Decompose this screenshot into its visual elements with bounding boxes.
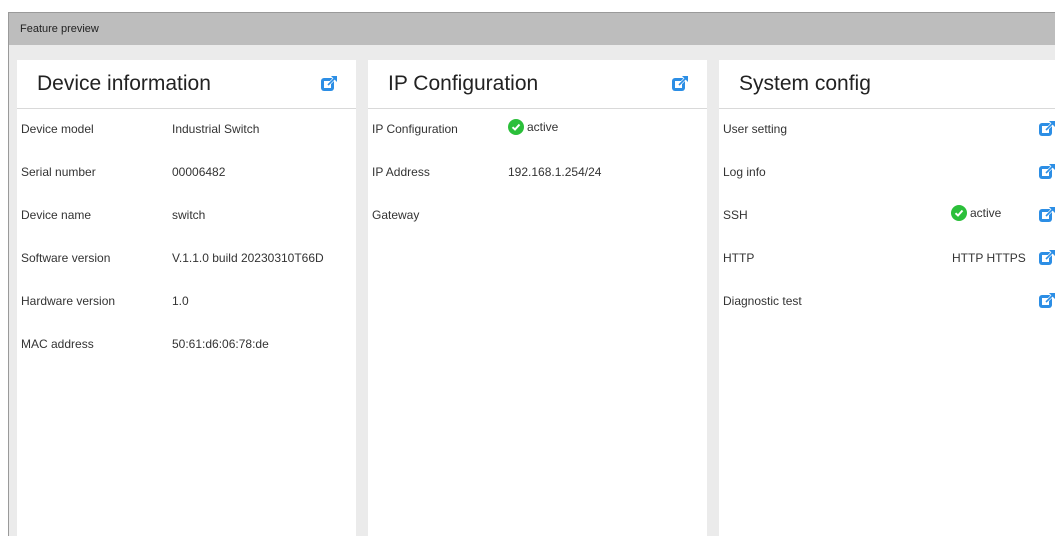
row-value: 50:61:d6:06:78:de bbox=[172, 337, 269, 351]
row-label: Device model bbox=[21, 122, 94, 136]
system-config-panel: System config User setting Log info SSH bbox=[719, 60, 1055, 537]
row-label: Gateway bbox=[372, 208, 420, 222]
log-info-row: Log info bbox=[719, 152, 1055, 195]
panel-header: System config bbox=[719, 60, 1055, 109]
check-circle-icon bbox=[508, 119, 524, 135]
row-value: V.1.1.0 build 20230310T66D bbox=[172, 251, 324, 265]
row-label: User setting bbox=[723, 122, 788, 136]
ip-configuration-panel: IP Configuration IP Configuration active… bbox=[368, 60, 707, 537]
edit-icon[interactable] bbox=[1038, 206, 1055, 224]
status-badge: active bbox=[951, 205, 1001, 221]
status-badge: active bbox=[508, 119, 558, 135]
row-label: Log info bbox=[723, 165, 766, 179]
row-label: Diagnostic test bbox=[723, 294, 802, 308]
edit-icon[interactable] bbox=[320, 75, 338, 93]
device-information-panel: Device information Device model Industri… bbox=[17, 60, 356, 537]
row-value: HTTP HTTPS bbox=[952, 251, 1026, 265]
http-row: HTTP HTTP HTTPS bbox=[719, 238, 1055, 281]
row-label: MAC address bbox=[21, 337, 94, 351]
row-label: Hardware version bbox=[21, 294, 116, 308]
window-titlebar: Feature preview bbox=[9, 13, 1055, 45]
row-label: IP Configuration bbox=[372, 122, 458, 136]
edit-icon[interactable] bbox=[671, 75, 689, 93]
row-value: 00006482 bbox=[172, 165, 226, 179]
ip-address-row: IP Address 192.168.1.254/24 bbox=[368, 152, 707, 195]
row-label: IP Address bbox=[372, 165, 430, 179]
row-value: switch bbox=[172, 208, 206, 222]
feature-preview-window: Feature preview Device information Devic… bbox=[8, 12, 1055, 537]
edit-icon[interactable] bbox=[1038, 120, 1055, 138]
gateway-row: Gateway bbox=[368, 195, 707, 238]
row-label: Software version bbox=[21, 251, 111, 265]
edit-icon[interactable] bbox=[1038, 249, 1055, 267]
panel-title: Device information bbox=[37, 72, 211, 95]
software-version-row: Software version V.1.1.0 build 20230310T… bbox=[17, 238, 356, 281]
ip-configuration-row: IP Configuration active bbox=[368, 109, 707, 152]
edit-icon[interactable] bbox=[1038, 163, 1055, 181]
edit-icon[interactable] bbox=[1038, 292, 1055, 310]
row-value: 192.168.1.254/24 bbox=[508, 165, 602, 179]
row-value: Industrial Switch bbox=[172, 122, 260, 136]
panel-header: Device information bbox=[17, 60, 356, 109]
row-label: HTTP bbox=[723, 251, 755, 265]
mac-address-row: MAC address 50:61:d6:06:78:de bbox=[17, 324, 356, 367]
panel-header: IP Configuration bbox=[368, 60, 707, 109]
row-value: 1.0 bbox=[172, 294, 189, 308]
ssh-row: SSH active bbox=[719, 195, 1055, 238]
check-circle-icon bbox=[951, 205, 967, 221]
device-name-row: Device name switch bbox=[17, 195, 356, 238]
hardware-version-row: Hardware version 1.0 bbox=[17, 281, 356, 324]
status-text: active bbox=[970, 206, 1002, 220]
row-label: SSH bbox=[723, 208, 748, 222]
row-label: Device name bbox=[21, 208, 92, 222]
row-label: Serial number bbox=[21, 165, 96, 179]
status-text: active bbox=[527, 120, 559, 134]
user-setting-row: User setting bbox=[719, 109, 1055, 152]
panel-title: IP Configuration bbox=[388, 72, 539, 95]
serial-number-row: Serial number 00006482 bbox=[17, 152, 356, 195]
panel-title: System config bbox=[739, 72, 871, 95]
device-model-row: Device model Industrial Switch bbox=[17, 109, 356, 152]
diagnostic-test-row: Diagnostic test bbox=[719, 281, 1055, 324]
